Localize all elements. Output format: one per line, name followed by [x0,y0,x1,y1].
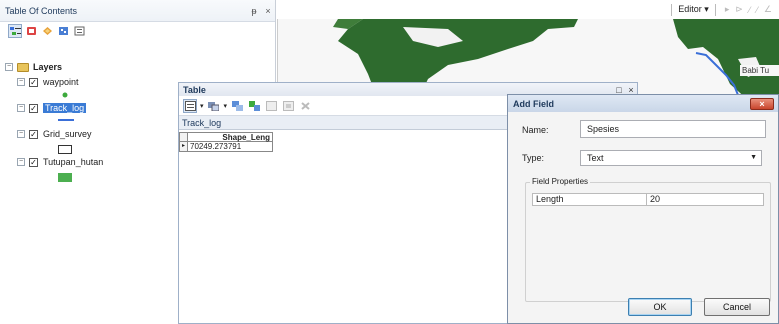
line-symbol-icon [58,119,74,121]
column-header-shape-leng[interactable]: Shape_Leng [188,132,273,142]
layer-visibility-checkbox[interactable]: ✓ [29,77,38,87]
collapse-icon[interactable]: − [17,130,25,138]
select-by-attributes-button[interactable] [230,99,244,113]
zoom-to-selected-button[interactable] [281,99,295,113]
layer-name[interactable]: waypoint [43,77,79,87]
list-by-source-button[interactable] [24,24,38,38]
table-row[interactable]: ▸ 70249.273791 [179,142,273,152]
polygon-outline-symbol-icon [58,145,72,154]
layer-row-track-log[interactable]: − ✓ Track_log [17,101,87,115]
collapse-icon[interactable]: − [17,78,25,86]
toc-titlebar: Table Of Contents ᵽ × [0,0,275,22]
chevron-down-icon[interactable]: ▼ [750,151,757,165]
name-label: Name: [522,125,549,135]
close-icon[interactable]: × [625,85,637,95]
restore-icon[interactable]: □ [613,85,625,95]
cancel-button[interactable]: Cancel [704,298,770,316]
toc-toolbar [0,22,275,40]
row-selector[interactable]: ▸ [179,142,188,152]
list-by-selection-icon [58,27,68,35]
collapse-icon[interactable]: − [17,158,25,166]
field-properties-label: Field Properties [530,177,591,186]
editor-menu-button[interactable]: Editor ▾ [678,4,709,15]
layer-row-grid-survey[interactable]: − ✓ Grid_survey [17,127,92,141]
editor-toolbar: Editor ▾ ▸ ⊳ ⁄ ⁄ ∠ [277,0,779,19]
list-by-drawing-order-icon [9,27,21,35]
layer-name[interactable]: Track_log [43,103,87,113]
edit-tool-icon[interactable]: ▸ [725,4,730,15]
property-value[interactable]: 20 [647,194,660,205]
layer-row-tutupan-hutan[interactable]: − ✓ Tutupan_hutan [17,155,103,169]
table-cell[interactable]: 70249.273791 [188,142,273,152]
list-by-visibility-icon [42,27,52,35]
layers-group-label: Layers [33,62,63,72]
related-tables-button[interactable] [207,99,221,113]
options-icon [74,26,84,36]
dialog-titlebar: Add Field × [508,95,778,112]
ok-button[interactable]: OK [628,298,692,316]
layers-folder-icon [17,62,29,72]
clear-selection-icon [265,100,277,111]
layers-group-row[interactable]: − Layers [5,60,62,74]
switch-selection-button[interactable] [247,99,261,113]
table-options-button[interactable] [183,98,197,113]
related-tables-icon [208,101,220,111]
toc-title: Table Of Contents [5,5,78,16]
select-by-attributes-icon [231,100,243,111]
property-name: Length [533,194,647,205]
layer-visibility-checkbox[interactable]: ✓ [29,129,38,139]
trace-icon[interactable]: ⁄ [756,5,758,15]
layer-name[interactable]: Tutupan_hutan [43,157,103,167]
options-button[interactable] [72,24,86,38]
field-properties-group: Field Properties Length 20 [525,177,771,302]
delete-icon [300,101,310,110]
list-by-drawing-order-button[interactable] [8,24,22,38]
edit-annotation-icon[interactable]: ⊳ [735,4,743,15]
clear-selection-button[interactable] [264,99,278,113]
type-label: Type: [522,153,545,163]
field-type-select[interactable]: Text ▼ [580,150,762,166]
table-title: Table [183,84,206,95]
straight-segment-icon[interactable]: ⁄ [749,5,751,15]
dialog-close-button[interactable]: × [750,97,774,110]
layer-tree: − Layers − ✓ waypoint − ✓ Track_log − ✓ … [0,40,275,182]
layer-visibility-checkbox[interactable]: ✓ [29,103,38,113]
list-by-visibility-button[interactable] [40,24,54,38]
pin-icon[interactable]: ᵽ [247,6,261,16]
switch-selection-icon [248,100,260,111]
table-options-icon [184,100,196,111]
field-name-input[interactable] [580,120,766,138]
grid-header-row: Shape_Leng [179,132,273,142]
property-row-length[interactable]: Length 20 [532,193,764,206]
layer-visibility-checkbox[interactable]: ✓ [29,157,38,167]
field-type-value: Text [587,153,604,163]
layer-name[interactable]: Grid_survey [43,129,92,139]
dropdown-arrow-icon[interactable]: ▾ [200,102,204,110]
select-all-cell[interactable] [179,132,188,142]
collapse-icon[interactable]: − [5,63,13,71]
attribute-grid: Shape_Leng ▸ 70249.273791 [179,132,273,152]
close-icon[interactable]: × [261,6,275,16]
sketch-tool-icon[interactable]: ∠ [764,4,772,15]
add-field-dialog: Add Field × Name: Type: Text ▼ Field Pro… [507,94,779,324]
toolbar-separator [671,3,673,16]
layer-row-waypoint[interactable]: − ✓ waypoint [17,75,79,89]
point-symbol-icon [62,92,68,98]
map-place-label: Babi Tu [742,66,769,75]
list-by-source-icon [26,27,36,35]
dropdown-arrow-icon[interactable]: ▾ [224,102,228,110]
dialog-title: Add Field [513,98,554,109]
polygon-fill-symbol-icon [58,173,72,182]
zoom-to-selected-icon [282,100,294,111]
toolbar-separator [714,3,716,16]
collapse-icon[interactable]: − [17,104,25,112]
delete-selected-button[interactable] [298,99,312,113]
list-by-selection-button[interactable] [56,24,70,38]
